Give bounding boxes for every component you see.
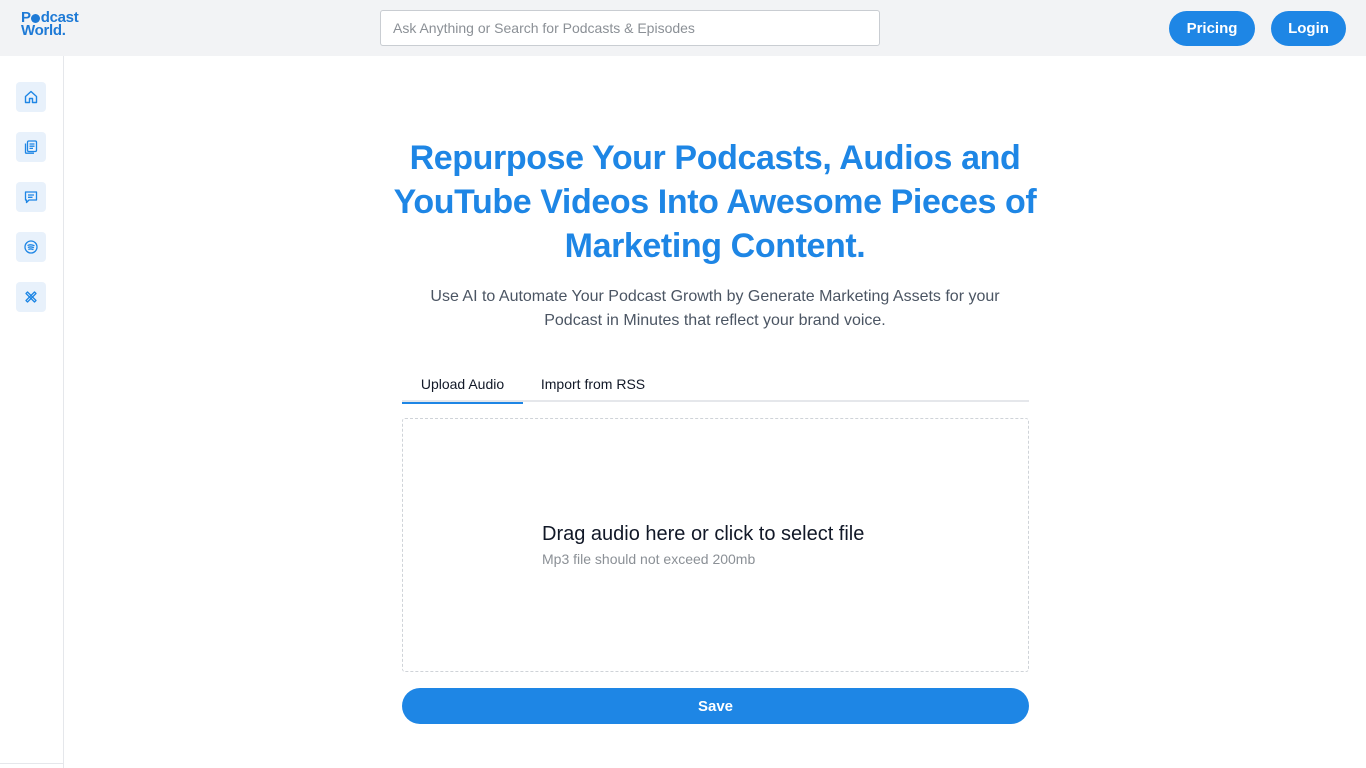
tab-import-from-rss[interactable]: Import from RSS: [523, 366, 663, 402]
search-input[interactable]: [380, 10, 880, 46]
top-bar: Pdcast World. Pricing Login: [0, 0, 1366, 56]
chat-icon: [24, 191, 38, 204]
pricing-button[interactable]: Pricing: [1169, 11, 1255, 46]
sidebar-item-home[interactable]: [16, 82, 46, 112]
sidebar-item-podcast-feed[interactable]: [16, 232, 46, 262]
podcast-feed-icon: [24, 240, 38, 254]
source-tabs: Upload Audio Import from RSS: [402, 366, 1029, 404]
dropzone-hint: Mp3 file should not exceed 200mb: [542, 551, 756, 567]
save-button[interactable]: Save: [402, 688, 1029, 724]
microphone-icon: [30, 14, 40, 23]
tab-upload-audio[interactable]: Upload Audio: [402, 366, 523, 404]
sidebar-item-documents[interactable]: [16, 132, 46, 162]
podcast-world-logo[interactable]: Pdcast World.: [21, 10, 93, 41]
login-button[interactable]: Login: [1271, 11, 1346, 46]
dropzone-title: Drag audio here or click to select file: [542, 523, 865, 545]
audio-dropzone[interactable]: Drag audio here or click to select file …: [402, 418, 1029, 672]
home-icon: [24, 90, 38, 104]
page-headline: Repurpose Your Podcasts, Audios and YouT…: [393, 139, 1037, 265]
tools-icon: [25, 291, 37, 303]
logo-text-world: World.: [21, 22, 66, 39]
sidebar-divider: [0, 763, 63, 764]
documents-icon: [24, 140, 38, 154]
sidebar-item-tools[interactable]: [16, 282, 46, 312]
page-subtitle: Use AI to Automate Your Podcast Growth b…: [430, 288, 1000, 329]
sidebar-item-chat[interactable]: [16, 182, 46, 212]
sidebar: [0, 56, 64, 768]
